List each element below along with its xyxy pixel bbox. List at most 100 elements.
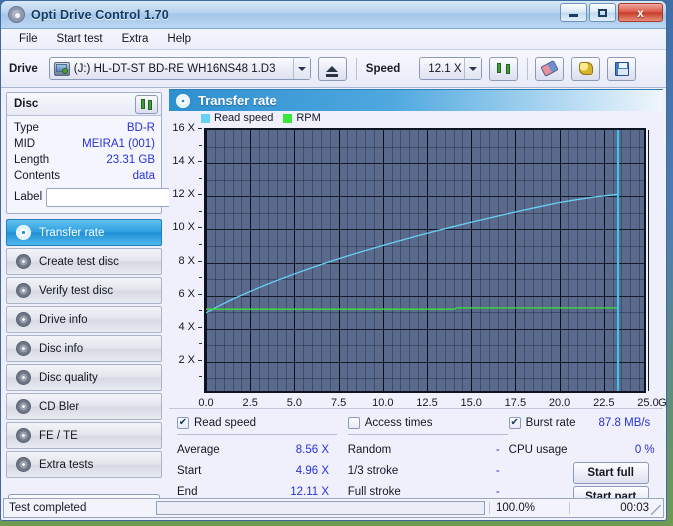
- drive-icon: [53, 61, 70, 76]
- chart-y-tick-minor: [199, 277, 202, 278]
- maximize-button[interactable]: [589, 3, 616, 22]
- drive-select[interactable]: (J:) HL-DT-ST BD-RE WH16NS48 1.D3: [48, 57, 311, 80]
- sidebar-item-label: Disc info: [39, 342, 84, 355]
- sidebar-item-extra-tests[interactable]: Extra tests: [6, 451, 162, 478]
- chart-y-tick: [198, 261, 202, 262]
- chart-series-svg: [206, 193, 619, 314]
- access-times-checkbox-row[interactable]: ✔ Access times: [347, 415, 509, 431]
- refresh-icon: [140, 98, 153, 110]
- eject-button[interactable]: [317, 56, 347, 81]
- drive-label: Drive: [9, 62, 38, 75]
- chart-y-tick: [198, 128, 202, 129]
- chart-y-tick: [198, 161, 202, 162]
- save-button[interactable]: [607, 56, 637, 81]
- disc-panel-title: Disc: [14, 98, 39, 110]
- result-row-start: Start 4.96 X: [177, 460, 329, 481]
- chart-y-tick-label: 10 X: [172, 221, 195, 233]
- menu-item-start-test[interactable]: Start test: [48, 31, 112, 48]
- toolbar-divider-1: [355, 57, 357, 80]
- chart-y-tick-minor: [199, 211, 202, 212]
- disc-row-key: Length: [14, 154, 50, 166]
- progress-percent: 100.0%: [489, 502, 569, 514]
- chart-y-tick-label: 2 X: [178, 354, 195, 366]
- sidebar-item-fe-te[interactable]: FE / TE: [6, 422, 162, 449]
- chart-y-tick-label: 8 X: [178, 255, 195, 267]
- disc-label-key: Label: [14, 191, 43, 203]
- chart-x-tick-label: 10.0: [372, 397, 394, 409]
- progress-bar: [156, 501, 485, 515]
- disc-row-length: Length 23.31 GB: [14, 152, 155, 168]
- disc-test-icon: [16, 341, 31, 356]
- result-row-average: Average 8.56 X: [177, 439, 329, 460]
- tools-button[interactable]: [571, 56, 601, 81]
- disc-test-icon: [16, 428, 31, 443]
- chart-x-tick-label: 12.5: [416, 397, 438, 409]
- minimize-button[interactable]: [560, 3, 587, 22]
- chart-y-tick-minor: [199, 178, 202, 179]
- burst-rate-checkbox[interactable]: ✔: [508, 417, 521, 429]
- sidebar-item-disc-quality[interactable]: Disc quality: [6, 364, 162, 391]
- results-access-times: ✔ Access times Random - 1/3 stroke -: [347, 415, 509, 508]
- chart-y-tick-minor: [199, 310, 202, 311]
- burst-rate-value: 87.8 MB/s: [598, 417, 651, 429]
- sidebar-item-transfer-rate[interactable]: Transfer rate: [6, 219, 162, 246]
- chart-y-tick: [198, 194, 202, 195]
- drive-select-value: (J:) HL-DT-ST BD-RE WH16NS48 1.D3: [73, 62, 276, 75]
- refresh-button[interactable]: [489, 56, 519, 81]
- disc-test-icon: [16, 254, 31, 269]
- window-title: Opti Drive Control 1.70: [31, 7, 169, 22]
- legend-swatch-read-speed: [201, 113, 210, 123]
- chart-series-read-speed: [206, 193, 619, 314]
- chart-y-tick-minor: [199, 244, 202, 245]
- sidebar-item-drive-info[interactable]: Drive info: [6, 306, 162, 333]
- menu-item-extra[interactable]: Extra: [113, 31, 158, 48]
- chart-x-tick-label: 22.5: [593, 397, 615, 409]
- result-row-third-stroke: 1/3 stroke -: [348, 460, 500, 481]
- sidebar-item-disc-info[interactable]: Disc info: [6, 335, 162, 362]
- eject-icon: [326, 65, 339, 77]
- sidebar-item-cd-bler[interactable]: CD Bler: [6, 393, 162, 420]
- resize-grip-icon[interactable]: [651, 505, 661, 515]
- read-speed-checkbox-row[interactable]: ✔ Read speed: [177, 415, 348, 431]
- chart-y-tick-minor: [199, 343, 202, 344]
- disc-refresh-button[interactable]: [135, 94, 158, 114]
- disc-test-icon: [16, 225, 31, 240]
- sidebar-item-label: Transfer rate: [39, 226, 105, 239]
- chart-x-tick-label: 25.0: [637, 397, 659, 409]
- tools-icon: [578, 62, 593, 75]
- sidebar-item-verify-test-disc[interactable]: Verify test disc: [6, 277, 162, 304]
- chart-y-axis: 2 X 4 X 6 X 8 X 10 X 12 X 14 X 16 X: [169, 122, 202, 393]
- chart-x-tick-label: 17.5: [504, 397, 527, 409]
- sidebar-item-label: Verify test disc: [39, 284, 114, 297]
- result-key: Random: [347, 443, 392, 456]
- result-value: 8.56 X: [295, 443, 329, 456]
- access-times-checkbox[interactable]: ✔: [347, 417, 360, 429]
- sidebar-item-create-test-disc[interactable]: Create test disc: [6, 248, 162, 275]
- close-icon: x: [637, 5, 644, 20]
- sidebar-nav: Transfer rate Create test disc Verify te…: [6, 219, 162, 517]
- start-full-button[interactable]: Start full: [572, 462, 649, 484]
- speed-select[interactable]: 12.1 X: [419, 57, 483, 80]
- menu-item-help[interactable]: Help: [158, 31, 200, 48]
- sidebar: Disc Type BD-R MID MEIRA1 (001) Length 2…: [1, 89, 251, 520]
- refresh-icon: [496, 62, 511, 76]
- chart-y-tick-label: 14 X: [172, 155, 195, 167]
- toolbar-divider-2: [527, 57, 529, 80]
- app-logo-icon: [8, 6, 25, 23]
- disc-test-icon: [16, 370, 31, 385]
- close-button[interactable]: x: [618, 3, 663, 22]
- burst-rate-checkbox-row[interactable]: ✔ Burst rate 87.8 MB/s: [508, 415, 655, 431]
- menu-item-file[interactable]: File: [10, 31, 47, 48]
- chart-x-tick-label: 20.0: [548, 397, 571, 409]
- legend-swatch-rpm: [283, 113, 293, 123]
- sidebar-item-label: Create test disc: [39, 255, 119, 268]
- chart-y-tick-label: 16 X: [172, 122, 195, 134]
- chart-x-tick-label: 5.0: [286, 397, 303, 409]
- transfer-rate-icon: [176, 93, 190, 108]
- results-read-speed: ✔ Read speed Average 8.56 X Start 4.96 X: [177, 415, 348, 508]
- result-key: 1/3 stroke: [347, 464, 399, 477]
- read-speed-checkbox[interactable]: ✔: [177, 417, 189, 429]
- divider: [177, 434, 337, 435]
- disc-row-contents: Contents data: [14, 168, 155, 184]
- erase-button[interactable]: [535, 56, 565, 81]
